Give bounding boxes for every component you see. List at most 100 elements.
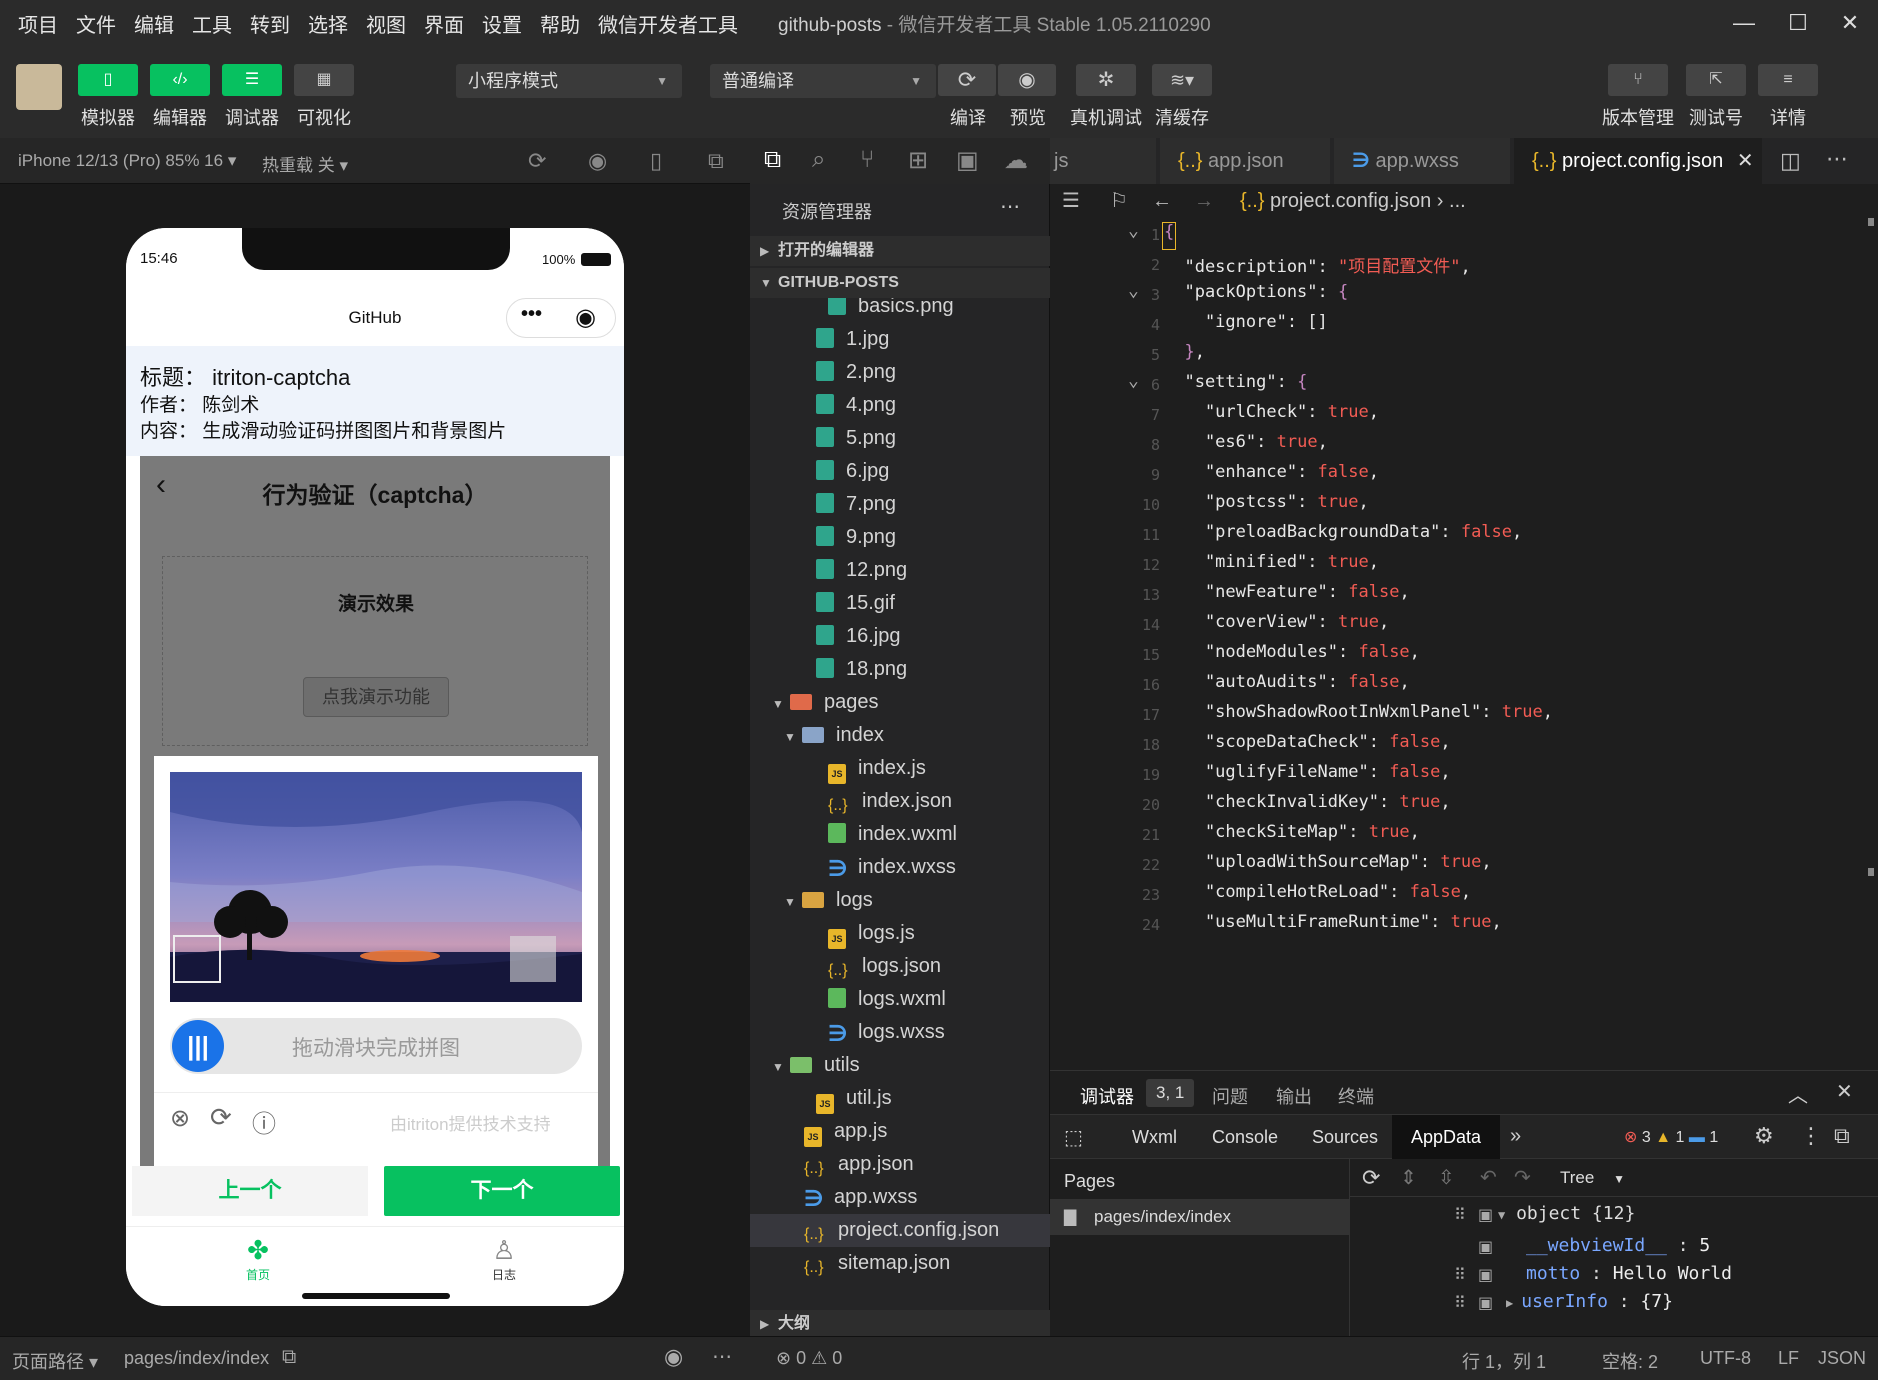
refresh-icon[interactable]: ⟳ bbox=[528, 148, 546, 174]
tab-app-wxss[interactable]: ∋ app.wxss bbox=[1334, 138, 1510, 184]
extensions-icon[interactable]: ⊞ bbox=[908, 146, 928, 175]
capsule-menu[interactable]: ••• ◉ bbox=[506, 298, 616, 338]
fold-icon[interactable]: ⌄ bbox=[1128, 280, 1139, 301]
test-account-icon[interactable]: ⇱ bbox=[1686, 64, 1746, 96]
search-icon[interactable]: ⌕ bbox=[812, 146, 825, 174]
fold-icon[interactable]: ⌄ bbox=[1128, 370, 1139, 391]
tab-logs[interactable]: ♙ 日志 bbox=[474, 1235, 534, 1285]
file-item[interactable]: 6.jpg bbox=[816, 455, 889, 488]
stop-icon[interactable]: ◉ bbox=[588, 148, 607, 174]
menu-wechat-devtools[interactable]: 微信开发者工具 bbox=[598, 9, 738, 38]
file-item[interactable]: 5.png bbox=[816, 422, 896, 455]
file-item[interactable]: {..} logs.json bbox=[828, 950, 941, 983]
file-item[interactable]: {..} project.config.json bbox=[750, 1214, 1050, 1247]
appdata-row[interactable]: ▶ userInfo : {7} bbox=[1506, 1291, 1673, 1312]
file-item[interactable]: index.wxml bbox=[828, 818, 957, 851]
phone-icon[interactable]: ▯ bbox=[650, 148, 662, 174]
view-mode-select[interactable]: Tree ▼ bbox=[1560, 1168, 1625, 1188]
maximize-icon[interactable]: ☐ bbox=[1778, 6, 1818, 40]
devtools-tab-appdata[interactable]: AppData bbox=[1392, 1115, 1500, 1159]
file-item[interactable]: logs.wxml bbox=[828, 983, 946, 1016]
file-item[interactable]: JS app.js bbox=[804, 1115, 887, 1148]
breadcrumb-file[interactable]: {..} project.config.json › ... bbox=[1240, 184, 1466, 218]
bookmark-icon[interactable]: ⚐ bbox=[1110, 184, 1128, 218]
save-icon[interactable]: ▣ bbox=[956, 146, 979, 175]
next-button[interactable]: 下一个 bbox=[384, 1166, 620, 1216]
more-icon[interactable]: ••• bbox=[521, 303, 542, 326]
open-editors-section[interactable]: ▶ 打开的编辑器 bbox=[750, 236, 1050, 266]
file-item[interactable]: 4.png bbox=[816, 389, 896, 422]
file-item[interactable]: {..} app.json bbox=[804, 1148, 914, 1181]
chevron-right-icon[interactable]: ▶ bbox=[1506, 1296, 1513, 1310]
file-item[interactable]: {..} sitemap.json bbox=[804, 1247, 950, 1280]
popout-icon[interactable]: ⧉ bbox=[708, 148, 724, 174]
file-item[interactable]: 18.png bbox=[816, 653, 907, 686]
preview-icon[interactable]: ◉ bbox=[998, 64, 1056, 96]
devtools-tab-wxml[interactable]: Wxml bbox=[1132, 1127, 1177, 1148]
back-arrow-icon[interactable]: ← bbox=[1152, 184, 1172, 218]
menu-ui[interactable]: 界面 bbox=[424, 9, 464, 38]
refresh-icon[interactable]: ⟳ bbox=[1362, 1165, 1380, 1191]
close-circle-icon[interactable]: ⊗ bbox=[170, 1104, 190, 1133]
menu-help[interactable]: 帮助 bbox=[540, 9, 580, 38]
close-panel-icon[interactable]: ✕ bbox=[1836, 1079, 1853, 1104]
explorer-more-icon[interactable]: ⋯ bbox=[1000, 194, 1020, 219]
docker-icon[interactable]: ☁ bbox=[1004, 146, 1028, 175]
copy-icon[interactable]: ⧉ bbox=[282, 1346, 296, 1369]
problem-counter[interactable]: ⊗ 0 ⚠ 0 bbox=[776, 1348, 842, 1369]
terminal-tab[interactable]: 终端 bbox=[1338, 1083, 1374, 1109]
inspect-icon[interactable]: ⬚ bbox=[1064, 1125, 1083, 1150]
file-item[interactable]: 7.png bbox=[816, 488, 896, 521]
menu-tools[interactable]: 工具 bbox=[192, 9, 232, 38]
chevron-up-icon[interactable]: ︿ bbox=[1788, 1079, 1808, 1108]
menu-select[interactable]: 选择 bbox=[308, 9, 348, 38]
folder-item[interactable]: ▼ utils bbox=[772, 1049, 860, 1082]
debugger-tab[interactable]: 调试器 bbox=[1080, 1083, 1134, 1117]
slider-track[interactable]: ||| 拖动滑块完成拼图 bbox=[170, 1018, 582, 1074]
file-item[interactable]: basics.png bbox=[828, 298, 954, 323]
more-tabs-icon[interactable]: » bbox=[1510, 1125, 1521, 1148]
folder-item[interactable]: ▼ pages bbox=[772, 686, 879, 719]
close-icon[interactable]: ✕ bbox=[1830, 6, 1870, 40]
problems-tab[interactable]: 问题 bbox=[1212, 1083, 1248, 1109]
project-section[interactable]: ▼ GITHUB-POSTS bbox=[750, 268, 1050, 298]
prev-button[interactable]: 上一个 bbox=[132, 1166, 368, 1216]
compile-icon[interactable]: ⟳ bbox=[938, 64, 996, 96]
split-editor-icon[interactable]: ◫ bbox=[1780, 148, 1801, 174]
real-debug-icon[interactable]: ✲ bbox=[1076, 64, 1136, 96]
close-tab-icon[interactable]: ✕ bbox=[1737, 150, 1754, 172]
dock-icon[interactable]: ⧉ bbox=[1834, 1123, 1850, 1149]
devtools-tab-console[interactable]: Console bbox=[1212, 1127, 1278, 1148]
more-icon[interactable]: ⋯ bbox=[712, 1344, 732, 1369]
gear-icon[interactable]: ⚙ bbox=[1754, 1123, 1774, 1149]
tab-js[interactable]: js bbox=[1050, 138, 1156, 184]
folder-item[interactable]: ▼ logs bbox=[784, 884, 873, 917]
file-item[interactable]: ∋ logs.wxss bbox=[828, 1016, 945, 1049]
eye-icon[interactable]: ◉ bbox=[664, 1344, 683, 1370]
encoding[interactable]: UTF-8 bbox=[1700, 1348, 1751, 1369]
file-item[interactable]: JS logs.js bbox=[828, 917, 915, 950]
files-icon[interactable]: ⧉ bbox=[764, 146, 781, 174]
fold-icon[interactable]: ⌄ bbox=[1128, 220, 1139, 241]
menu-edit[interactable]: 编辑 bbox=[134, 9, 174, 38]
file-item[interactable]: 9.png bbox=[816, 521, 896, 554]
debugger-toggle-icon[interactable]: ☰ bbox=[222, 64, 282, 96]
folder-item[interactable]: ▼ index bbox=[784, 719, 884, 752]
simulator-toggle-icon[interactable]: ▯ bbox=[78, 64, 138, 96]
drag-handle-icon[interactable]: ⠿ bbox=[1454, 1265, 1466, 1285]
mode-select[interactable]: 小程序模式 ▼ bbox=[456, 64, 682, 98]
redo-icon[interactable]: ↷ bbox=[1514, 1165, 1531, 1190]
menu-project[interactable]: 项目 bbox=[18, 9, 58, 38]
tab-home[interactable]: ✤ 首页 bbox=[228, 1235, 288, 1285]
tab-project-config-json[interactable]: {..} project.config.json ✕ bbox=[1514, 138, 1762, 184]
demo-button[interactable]: 点我演示功能 bbox=[303, 677, 449, 717]
kebab-menu-icon[interactable]: ⋮ bbox=[1800, 1123, 1822, 1149]
appdata-row[interactable]: __webviewId__ : 5 bbox=[1526, 1235, 1710, 1256]
source-control-icon[interactable]: ⑂ bbox=[860, 146, 874, 174]
tree-root[interactable]: ▼ object {12} bbox=[1498, 1203, 1635, 1224]
file-item[interactable]: ∋ app.wxss bbox=[804, 1181, 917, 1214]
file-item[interactable]: 2.png bbox=[816, 356, 896, 389]
file-item[interactable]: JS util.js bbox=[816, 1082, 892, 1115]
file-item[interactable]: {..} index.json bbox=[828, 785, 952, 818]
menu-file[interactable]: 文件 bbox=[76, 9, 116, 38]
